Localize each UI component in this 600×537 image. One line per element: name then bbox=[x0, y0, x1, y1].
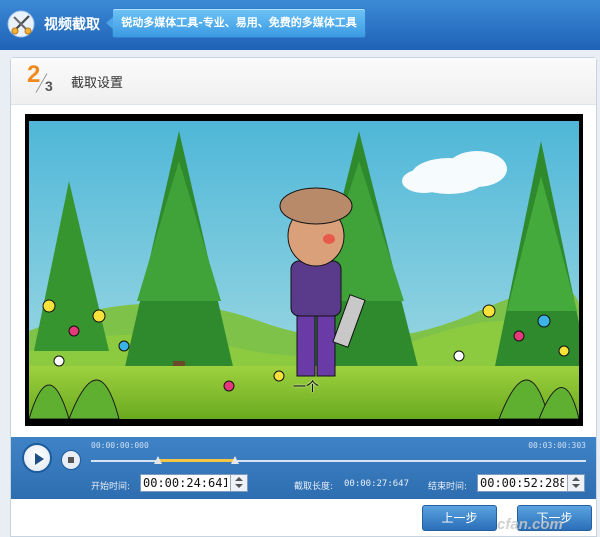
start-time-spinner[interactable] bbox=[230, 475, 247, 491]
prev-step-button[interactable]: 上一步 bbox=[422, 505, 497, 531]
play-button[interactable] bbox=[22, 443, 52, 473]
title-bar: 视频截取 锐动多媒体工具-专业、易用、免费的多媒体工具 bbox=[0, 0, 600, 50]
end-time-field bbox=[477, 474, 585, 492]
stop-button[interactable] bbox=[61, 450, 81, 470]
main-panel: 2 3 截取设置 一个 00:00:00:000 00:03:00:303 开始… bbox=[10, 57, 597, 537]
spin-up-icon[interactable] bbox=[572, 477, 580, 481]
spin-down-icon[interactable] bbox=[235, 484, 243, 488]
start-time-field bbox=[140, 474, 248, 492]
start-time-label: 开始时间: bbox=[91, 482, 131, 492]
duration-label: 截取长度: bbox=[294, 482, 334, 492]
end-time-input[interactable] bbox=[478, 475, 566, 491]
video-subtitle: 一个 bbox=[293, 380, 320, 395]
spin-down-icon[interactable] bbox=[572, 484, 580, 488]
watermark: cfan.com bbox=[497, 516, 563, 533]
video-frame-scene bbox=[29, 121, 579, 419]
playback-controls: 00:00:00:000 00:03:00:303 开始时间: 截取长度: 00… bbox=[11, 437, 596, 499]
app-title: 视频截取 bbox=[44, 17, 100, 33]
video-preview[interactable]: 一个 bbox=[25, 114, 583, 426]
step-header: 2 3 截取设置 bbox=[11, 58, 596, 105]
trim-end-handle[interactable] bbox=[230, 456, 239, 464]
end-time-spinner[interactable] bbox=[567, 475, 584, 491]
end-time-label: 结束时间: bbox=[428, 482, 468, 492]
duration-value: 00:00:27:647 bbox=[344, 479, 410, 489]
step-total-number: 3 bbox=[45, 78, 53, 94]
timeline-start-time: 00:00:00:000 bbox=[91, 441, 149, 450]
start-time-input[interactable] bbox=[141, 475, 229, 491]
spin-up-icon[interactable] bbox=[235, 477, 243, 481]
slogan-banner: 锐动多媒体工具-专业、易用、免费的多媒体工具 bbox=[106, 8, 366, 38]
trim-start-handle[interactable] bbox=[154, 456, 163, 464]
scissors-icon bbox=[7, 10, 35, 38]
timeline-end-time: 00:03:00:303 bbox=[528, 441, 586, 450]
section-title: 截取设置 bbox=[71, 76, 124, 91]
timeline-selection bbox=[158, 459, 235, 462]
